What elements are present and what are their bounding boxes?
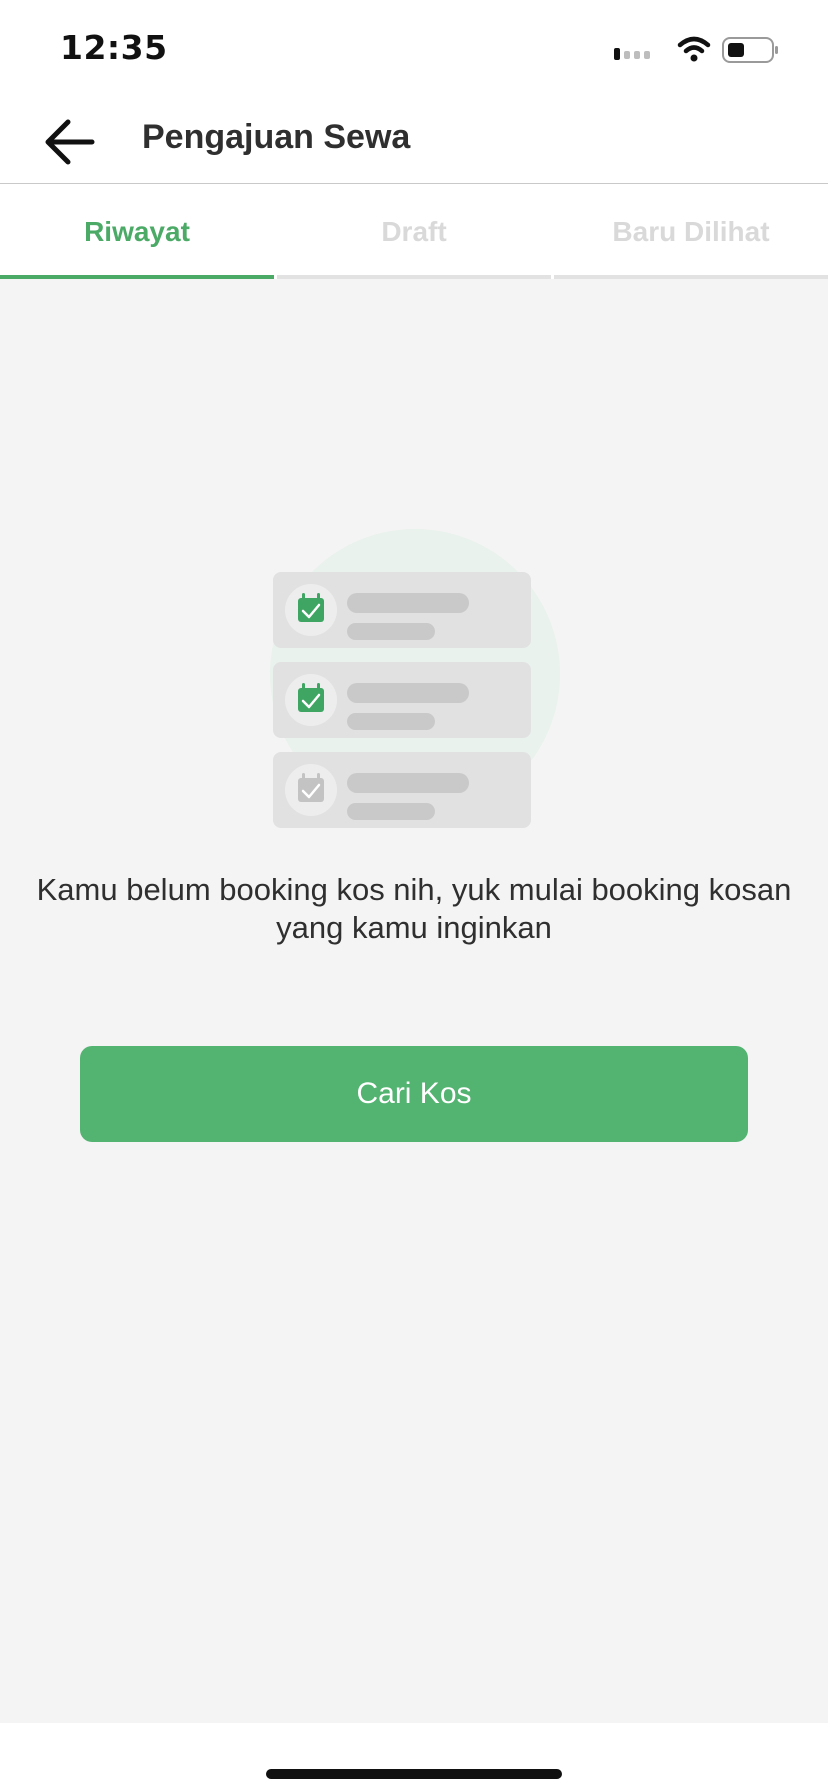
tab-baru-dilihat[interactable]: Baru Dilihat: [554, 185, 828, 279]
empty-state-message: Kamu belum booking kos nih, yuk mulai bo…: [36, 872, 792, 945]
app-header: Pengajuan Sewa: [0, 100, 828, 184]
back-button[interactable]: [40, 114, 100, 170]
cari-kos-button-label: Cari Kos: [356, 1077, 472, 1110]
tab-label: Draft: [381, 216, 447, 247]
signal-icon: [614, 48, 650, 60]
tab-bar: Riwayat Draft Baru Dilihat: [0, 185, 828, 279]
app-screen: 12:35 Pengajuan Sewa Riwayat Draft Baru …: [0, 0, 828, 1792]
tab-label: Riwayat: [84, 216, 190, 247]
booking-list-illustration: [270, 529, 560, 828]
status-bar: 12:35: [0, 0, 828, 100]
illustration-card: [273, 662, 531, 738]
wifi-icon: [677, 36, 711, 62]
arrow-left-icon: [45, 119, 95, 165]
illustration-card: [273, 572, 531, 648]
battery-icon: [722, 37, 778, 63]
cari-kos-button[interactable]: Cari Kos: [80, 1046, 748, 1142]
tab-riwayat[interactable]: Riwayat: [0, 185, 274, 279]
status-icons: [614, 36, 778, 63]
status-time: 12:35: [60, 28, 168, 67]
page-title: Pengajuan Sewa: [142, 118, 411, 156]
home-indicator-area: [0, 1723, 828, 1792]
home-indicator[interactable]: [266, 1769, 562, 1779]
illustration-card: [273, 752, 531, 828]
tab-draft[interactable]: Draft: [277, 185, 551, 279]
tab-label: Baru Dilihat: [612, 216, 770, 247]
empty-state: Kamu belum booking kos nih, yuk mulai bo…: [0, 279, 828, 1723]
